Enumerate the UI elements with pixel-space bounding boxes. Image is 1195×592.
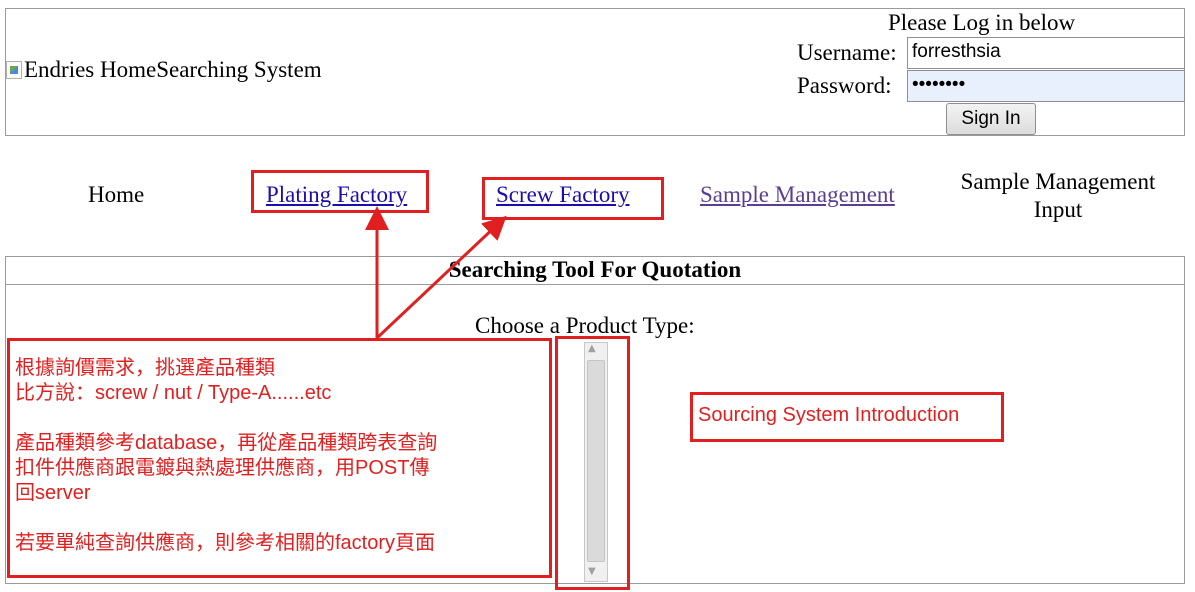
arrow-to-screw xyxy=(375,215,507,340)
annotation-arrows xyxy=(365,206,507,340)
